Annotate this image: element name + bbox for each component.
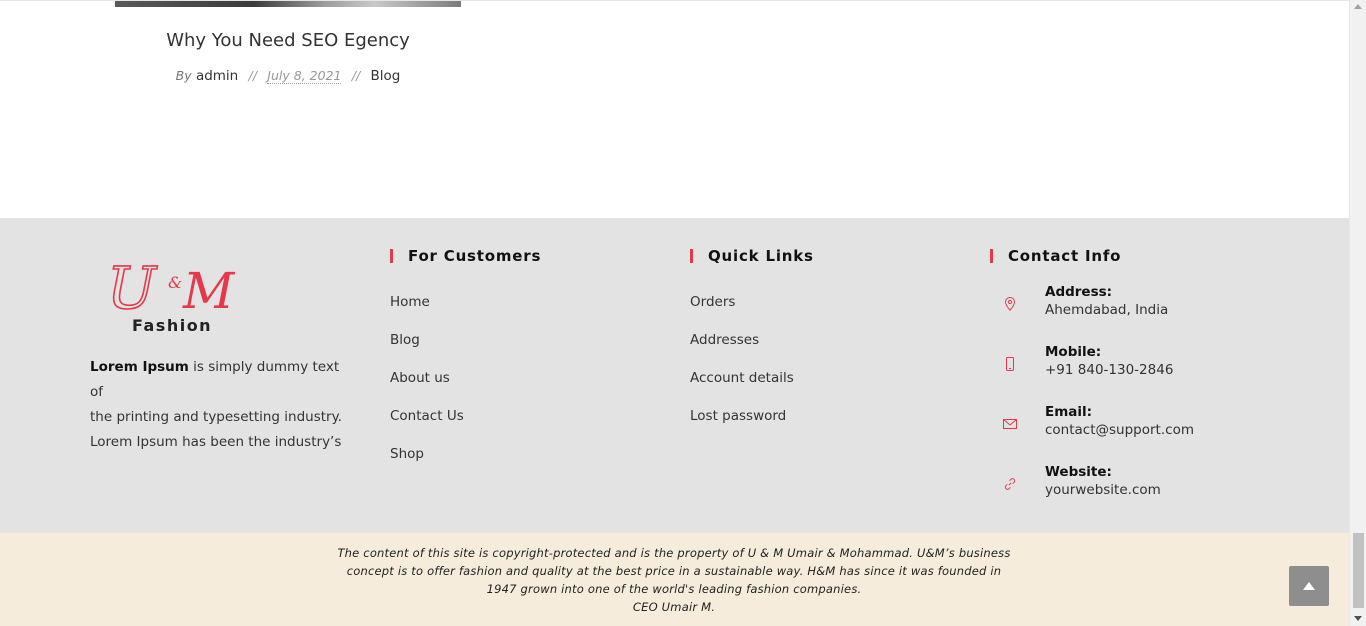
scrollbar-thumb[interactable] — [1353, 533, 1364, 608]
copyright-line2: concept is to offer fashion and quality … — [346, 564, 1002, 578]
footer-link-orders[interactable]: Orders — [690, 294, 814, 332]
map-pin-icon — [1004, 296, 1016, 311]
link-label[interactable]: About us — [390, 370, 450, 386]
contact-email: Email: contact@support.com — [990, 404, 1194, 464]
post-title[interactable]: Why You Need SEO Egency — [115, 30, 461, 51]
main-content: Why You Need SEO Egency By admin // July… — [0, 0, 1349, 218]
contact-label: Address: — [1045, 284, 1113, 300]
page-scrollbar[interactable] — [1349, 0, 1366, 626]
quick-links-heading: Quick Links — [690, 246, 814, 266]
by-label: By — [175, 68, 192, 83]
link-label[interactable]: Orders — [690, 294, 735, 310]
envelope-icon — [1003, 419, 1017, 429]
contact-list: Address: Ahemdabad, India Mobile: +91 84… — [990, 284, 1194, 524]
post-meta: By admin // July 8, 2021 // Blog — [115, 68, 461, 84]
svg-text:&: & — [168, 273, 182, 292]
post-thumbnail[interactable] — [115, 1, 461, 7]
contact-value: Ahemdabad, India — [1045, 302, 1169, 318]
contact-website: Website: yourwebsite.com — [990, 464, 1161, 524]
customers-heading: For Customers — [390, 246, 541, 266]
svg-text:U: U — [107, 254, 158, 322]
scroll-to-top-button[interactable] — [1289, 566, 1329, 606]
about-line2: the printing and typesetting industry. — [90, 409, 342, 425]
quick-links-column: Quick Links Orders Addresses Account det… — [690, 246, 814, 446]
contact-address: Address: Ahemdabad, India — [990, 284, 1168, 344]
about-line3: Lorem Ipsum has been the industry’s — [90, 434, 342, 450]
contact-label: Email: — [1045, 404, 1093, 420]
about-bold: Lorem Ipsum — [90, 359, 189, 375]
contact-value[interactable]: contact@support.com — [1045, 422, 1194, 438]
contact-value: +91 840-130-2846 — [1045, 362, 1174, 378]
footer-link-lost-password[interactable]: Lost password — [690, 408, 814, 446]
contact-mobile: Mobile: +91 840-130-2846 — [990, 344, 1173, 404]
scroll-up-arrow-icon[interactable] — [1354, 4, 1362, 9]
contact-column: Contact Info Address: Ahemdabad, India M… — [990, 246, 1194, 524]
category-link[interactable]: Blog — [370, 68, 400, 84]
link-label[interactable]: Lost password — [690, 408, 786, 424]
mobile-phone-icon — [1006, 357, 1014, 371]
link-icon — [1004, 478, 1016, 490]
customers-links: Home Blog About us Contact Us Shop — [390, 294, 541, 484]
post-date: July 8, 2021 — [267, 68, 342, 84]
link-label[interactable]: Account details — [690, 370, 794, 386]
footer-link-addresses[interactable]: Addresses — [690, 332, 814, 370]
copyright-line4: CEO Umair M. — [632, 600, 716, 614]
about-text: Lorem Ipsum is simply dummy text of the … — [90, 355, 350, 455]
contact-heading: Contact Info — [990, 246, 1121, 266]
copyright-line3: 1947 grown into one of the world's leadi… — [486, 582, 862, 596]
quick-links-list: Orders Addresses Account details Lost pa… — [690, 294, 814, 446]
svg-text:Fashion: Fashion — [132, 316, 212, 335]
contact-label: Website: — [1045, 464, 1112, 480]
meta-separator: // — [351, 68, 361, 83]
author-link[interactable]: admin — [196, 68, 238, 84]
site-footer: U & M Fashion Lorem Ipsum is simply dumm… — [0, 218, 1349, 533]
copyright-line1: The content of this site is copyright-pr… — [337, 546, 1011, 560]
link-label[interactable]: Home — [390, 294, 430, 310]
footer-link-account-details[interactable]: Account details — [690, 370, 814, 408]
footer-link-blog[interactable]: Blog — [390, 332, 541, 370]
copyright-bar: The content of this site is copyright-pr… — [0, 533, 1349, 626]
um-fashion-logo: U & M Fashion — [106, 253, 236, 335]
scroll-down-arrow-icon[interactable] — [1354, 616, 1362, 621]
customers-column: For Customers Home Blog About us Contact… — [390, 246, 541, 484]
link-label[interactable]: Contact Us — [390, 408, 464, 424]
link-label[interactable]: Shop — [390, 446, 424, 462]
footer-link-contact[interactable]: Contact Us — [390, 408, 541, 446]
contact-value[interactable]: yourwebsite.com — [1045, 482, 1161, 498]
meta-separator: // — [248, 68, 257, 83]
footer-link-shop[interactable]: Shop — [390, 446, 541, 484]
caret-up-icon — [1303, 582, 1315, 590]
link-label[interactable]: Addresses — [690, 332, 759, 348]
footer-link-home[interactable]: Home — [390, 294, 541, 332]
copyright-text: The content of this site is copyright-pr… — [324, 544, 1024, 616]
link-label[interactable]: Blog — [390, 332, 420, 348]
footer-link-about[interactable]: About us — [390, 370, 541, 408]
footer-logo[interactable]: U & M Fashion — [105, 246, 255, 336]
contact-label: Mobile: — [1045, 344, 1102, 360]
svg-text:M: M — [182, 262, 236, 320]
